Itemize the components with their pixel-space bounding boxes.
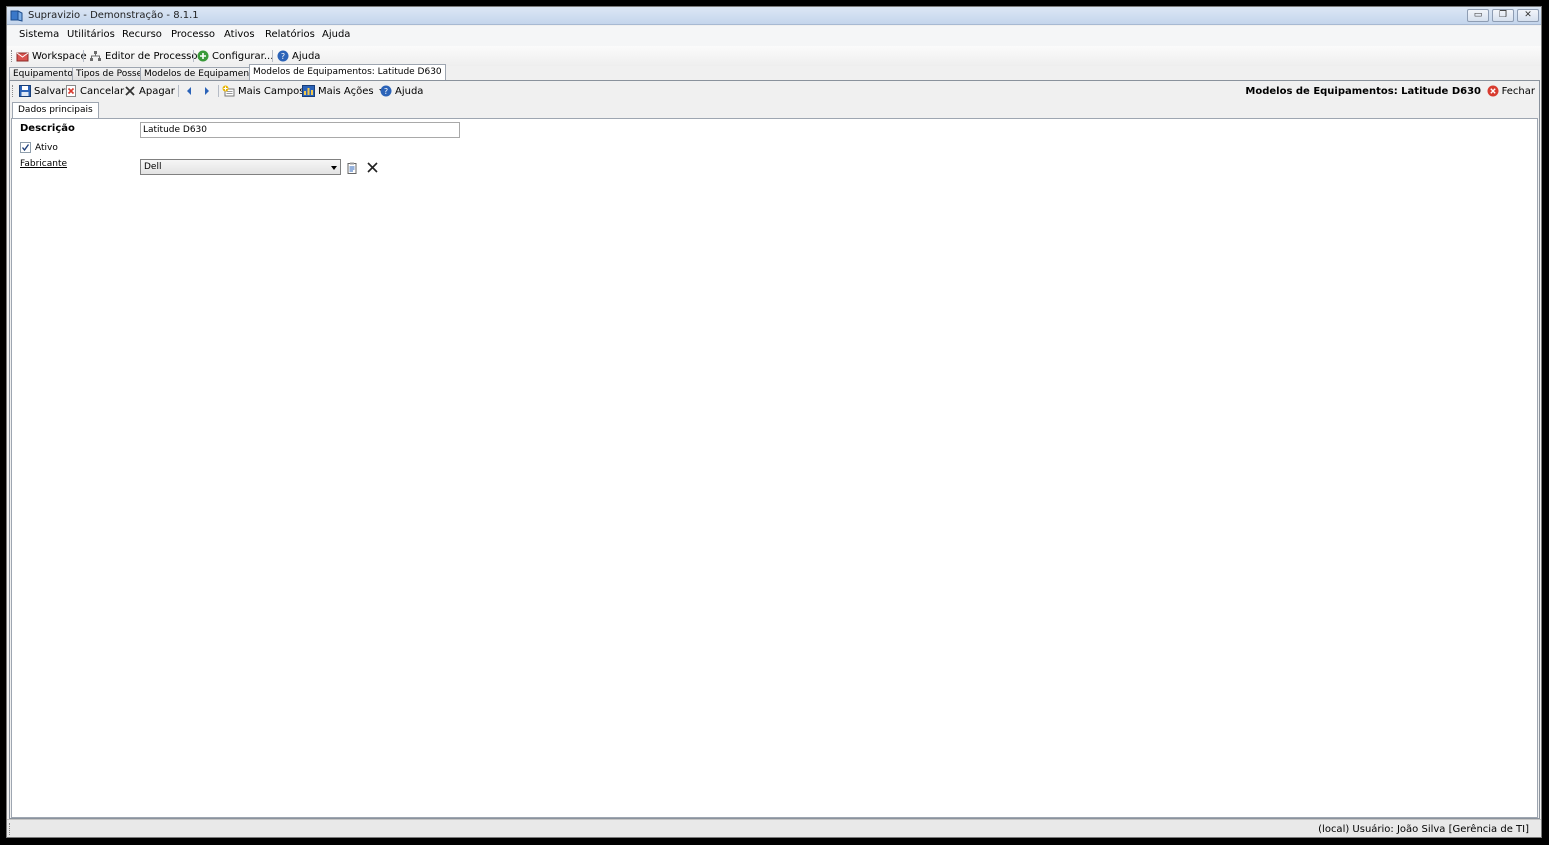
mais-campos-label: Mais Campos (238, 85, 305, 97)
main-ajuda-button[interactable]: ? Ajuda (277, 48, 320, 64)
restore-icon: ❐ (1498, 10, 1508, 20)
form-title: Modelos de Equipamentos: Latitude D630 (1245, 86, 1481, 97)
editor-processos-label: Editor de Processos (105, 50, 203, 62)
tab-dados-principais[interactable]: Dados principais (12, 102, 99, 118)
main-toolbar: Workspace Editor de Processos Configurar… (7, 46, 1541, 66)
close-icon: ✕ (1524, 10, 1532, 20)
fechar-label: Fechar (1501, 85, 1535, 97)
menu-ajuda[interactable]: Ajuda (322, 29, 350, 40)
save-icon (19, 85, 31, 97)
help-icon: ? (277, 50, 289, 62)
descricao-label: Descrição (20, 123, 75, 134)
tab-label: Dados principais (18, 105, 93, 115)
toolbar-grip[interactable] (12, 85, 14, 97)
restore-button[interactable]: ❐ (1492, 9, 1514, 22)
menu-sistema[interactable]: Sistema (19, 29, 59, 40)
mais-campos-button[interactable]: Mais Campos (222, 83, 304, 99)
next-record-button[interactable] (203, 83, 214, 99)
workspace-icon (16, 52, 29, 62)
ativo-checkbox[interactable] (20, 142, 31, 153)
toolbar-grip[interactable] (11, 50, 13, 62)
previous-record-button[interactable] (185, 83, 196, 99)
minimize-button[interactable]: ▭ (1467, 9, 1489, 22)
close-window-button[interactable]: ✕ (1517, 9, 1539, 22)
fabricante-select[interactable]: Dell (140, 159, 341, 175)
add-green-icon (197, 50, 209, 62)
tab-equipamentos[interactable]: Equipamentos (9, 67, 82, 80)
cancel-doc-icon (66, 85, 76, 97)
app-logo-icon (10, 10, 23, 22)
delete-x-icon (125, 86, 135, 96)
menu-processo[interactable]: Processo (171, 29, 215, 40)
arrow-right-icon (205, 87, 209, 95)
toolbar-separator (83, 50, 84, 62)
workspace-label: Workspace (32, 50, 87, 62)
fabricante-lookup-icon[interactable] (347, 162, 358, 174)
form-ajuda-label: Ajuda (395, 85, 424, 97)
dados-principais-panel: Descrição Ativo Fabricante Dell (11, 118, 1538, 818)
cancelar-button[interactable]: Cancelar (66, 83, 124, 99)
workspace-button[interactable]: Workspace (16, 48, 87, 64)
tab-label: Tipos de Posse (76, 69, 143, 79)
menu-ativos[interactable]: Ativos (224, 29, 255, 40)
checkmark-icon (21, 144, 30, 152)
main-ajuda-label: Ajuda (292, 50, 321, 62)
ativo-row: Ativo (20, 142, 58, 153)
ativo-label: Ativo (35, 142, 58, 153)
menu-recurso[interactable]: Recurso (122, 29, 162, 40)
tab-label: Equipamentos (13, 69, 78, 79)
app-window: Supravizio - Demonstração - 8.1.1 ▭ ❐ ✕ … (6, 6, 1542, 838)
menu-bar: Sistema Utilitários Recurso Processo Ati… (7, 26, 1541, 46)
status-text: (local) Usuário: João Silva [Gerência de… (1318, 824, 1529, 835)
status-grip (9, 823, 13, 835)
arrow-left-icon (187, 87, 191, 95)
salvar-label: Salvar (34, 85, 66, 97)
fabricante-value: Dell (144, 162, 162, 172)
svg-text:?: ? (281, 52, 285, 61)
fechar-button[interactable]: Fechar (1487, 83, 1535, 99)
form-ajuda-button[interactable]: ? Ajuda (380, 83, 423, 99)
tab-modelos-de-equipamentos[interactable]: Modelos de Equipamentos (140, 67, 267, 80)
document-tabs: Equipamentos Tipos de Posse Modelos de E… (7, 64, 1541, 80)
descricao-input[interactable] (140, 122, 460, 138)
toolbar-separator (193, 50, 194, 62)
svg-text:?: ? (384, 87, 388, 96)
editor-processos-button[interactable]: Editor de Processos (89, 48, 203, 64)
add-fields-icon (222, 85, 235, 97)
apagar-label: Apagar (139, 85, 175, 97)
close-circle-icon (1487, 85, 1499, 97)
process-tree-icon (90, 51, 101, 61)
dropdown-arrow-icon (331, 166, 337, 170)
apagar-button[interactable]: Apagar (124, 83, 175, 99)
menu-relatorios[interactable]: Relatórios (265, 29, 315, 40)
toolbar-separator (178, 85, 179, 97)
toolbar-separator (272, 50, 273, 62)
tab-tipos-de-posse[interactable]: Tipos de Posse (72, 67, 147, 80)
mais-acoes-label: Mais Ações (318, 85, 374, 97)
form-container: Salvar Cancelar Apagar Mais Campos Mais … (9, 80, 1540, 819)
mais-acoes-dropdown[interactable]: Mais Ações (302, 83, 389, 99)
help-icon: ? (380, 85, 392, 97)
cancelar-label: Cancelar (80, 85, 125, 97)
title-bar: Supravizio - Demonstração - 8.1.1 ▭ ❐ ✕ (7, 7, 1541, 25)
menu-utilitarios[interactable]: Utilitários (67, 29, 115, 40)
minimize-icon: ▭ (1473, 10, 1483, 20)
fabricante-link[interactable]: Fabricante (20, 159, 67, 169)
tab-label: Modelos de Equipamentos (144, 69, 263, 79)
toolbar-separator (218, 85, 219, 97)
configurar-button[interactable]: Configurar... (197, 48, 273, 64)
chart-actions-icon (302, 85, 315, 97)
tab-label: Modelos de Equipamentos: Latitude D630 (253, 67, 442, 77)
status-bar: (local) Usuário: João Silva [Gerência de… (7, 819, 1541, 837)
form-toolbar: Salvar Cancelar Apagar Mais Campos Mais … (10, 81, 1539, 101)
fabricante-clear-icon[interactable] (367, 162, 378, 173)
tab-modelo-latitude-d630[interactable]: Modelos de Equipamentos: Latitude D630 (249, 64, 446, 80)
configurar-label: Configurar... (212, 50, 274, 62)
salvar-button[interactable]: Salvar (19, 83, 65, 99)
window-title: Supravizio - Demonstração - 8.1.1 (28, 10, 199, 21)
